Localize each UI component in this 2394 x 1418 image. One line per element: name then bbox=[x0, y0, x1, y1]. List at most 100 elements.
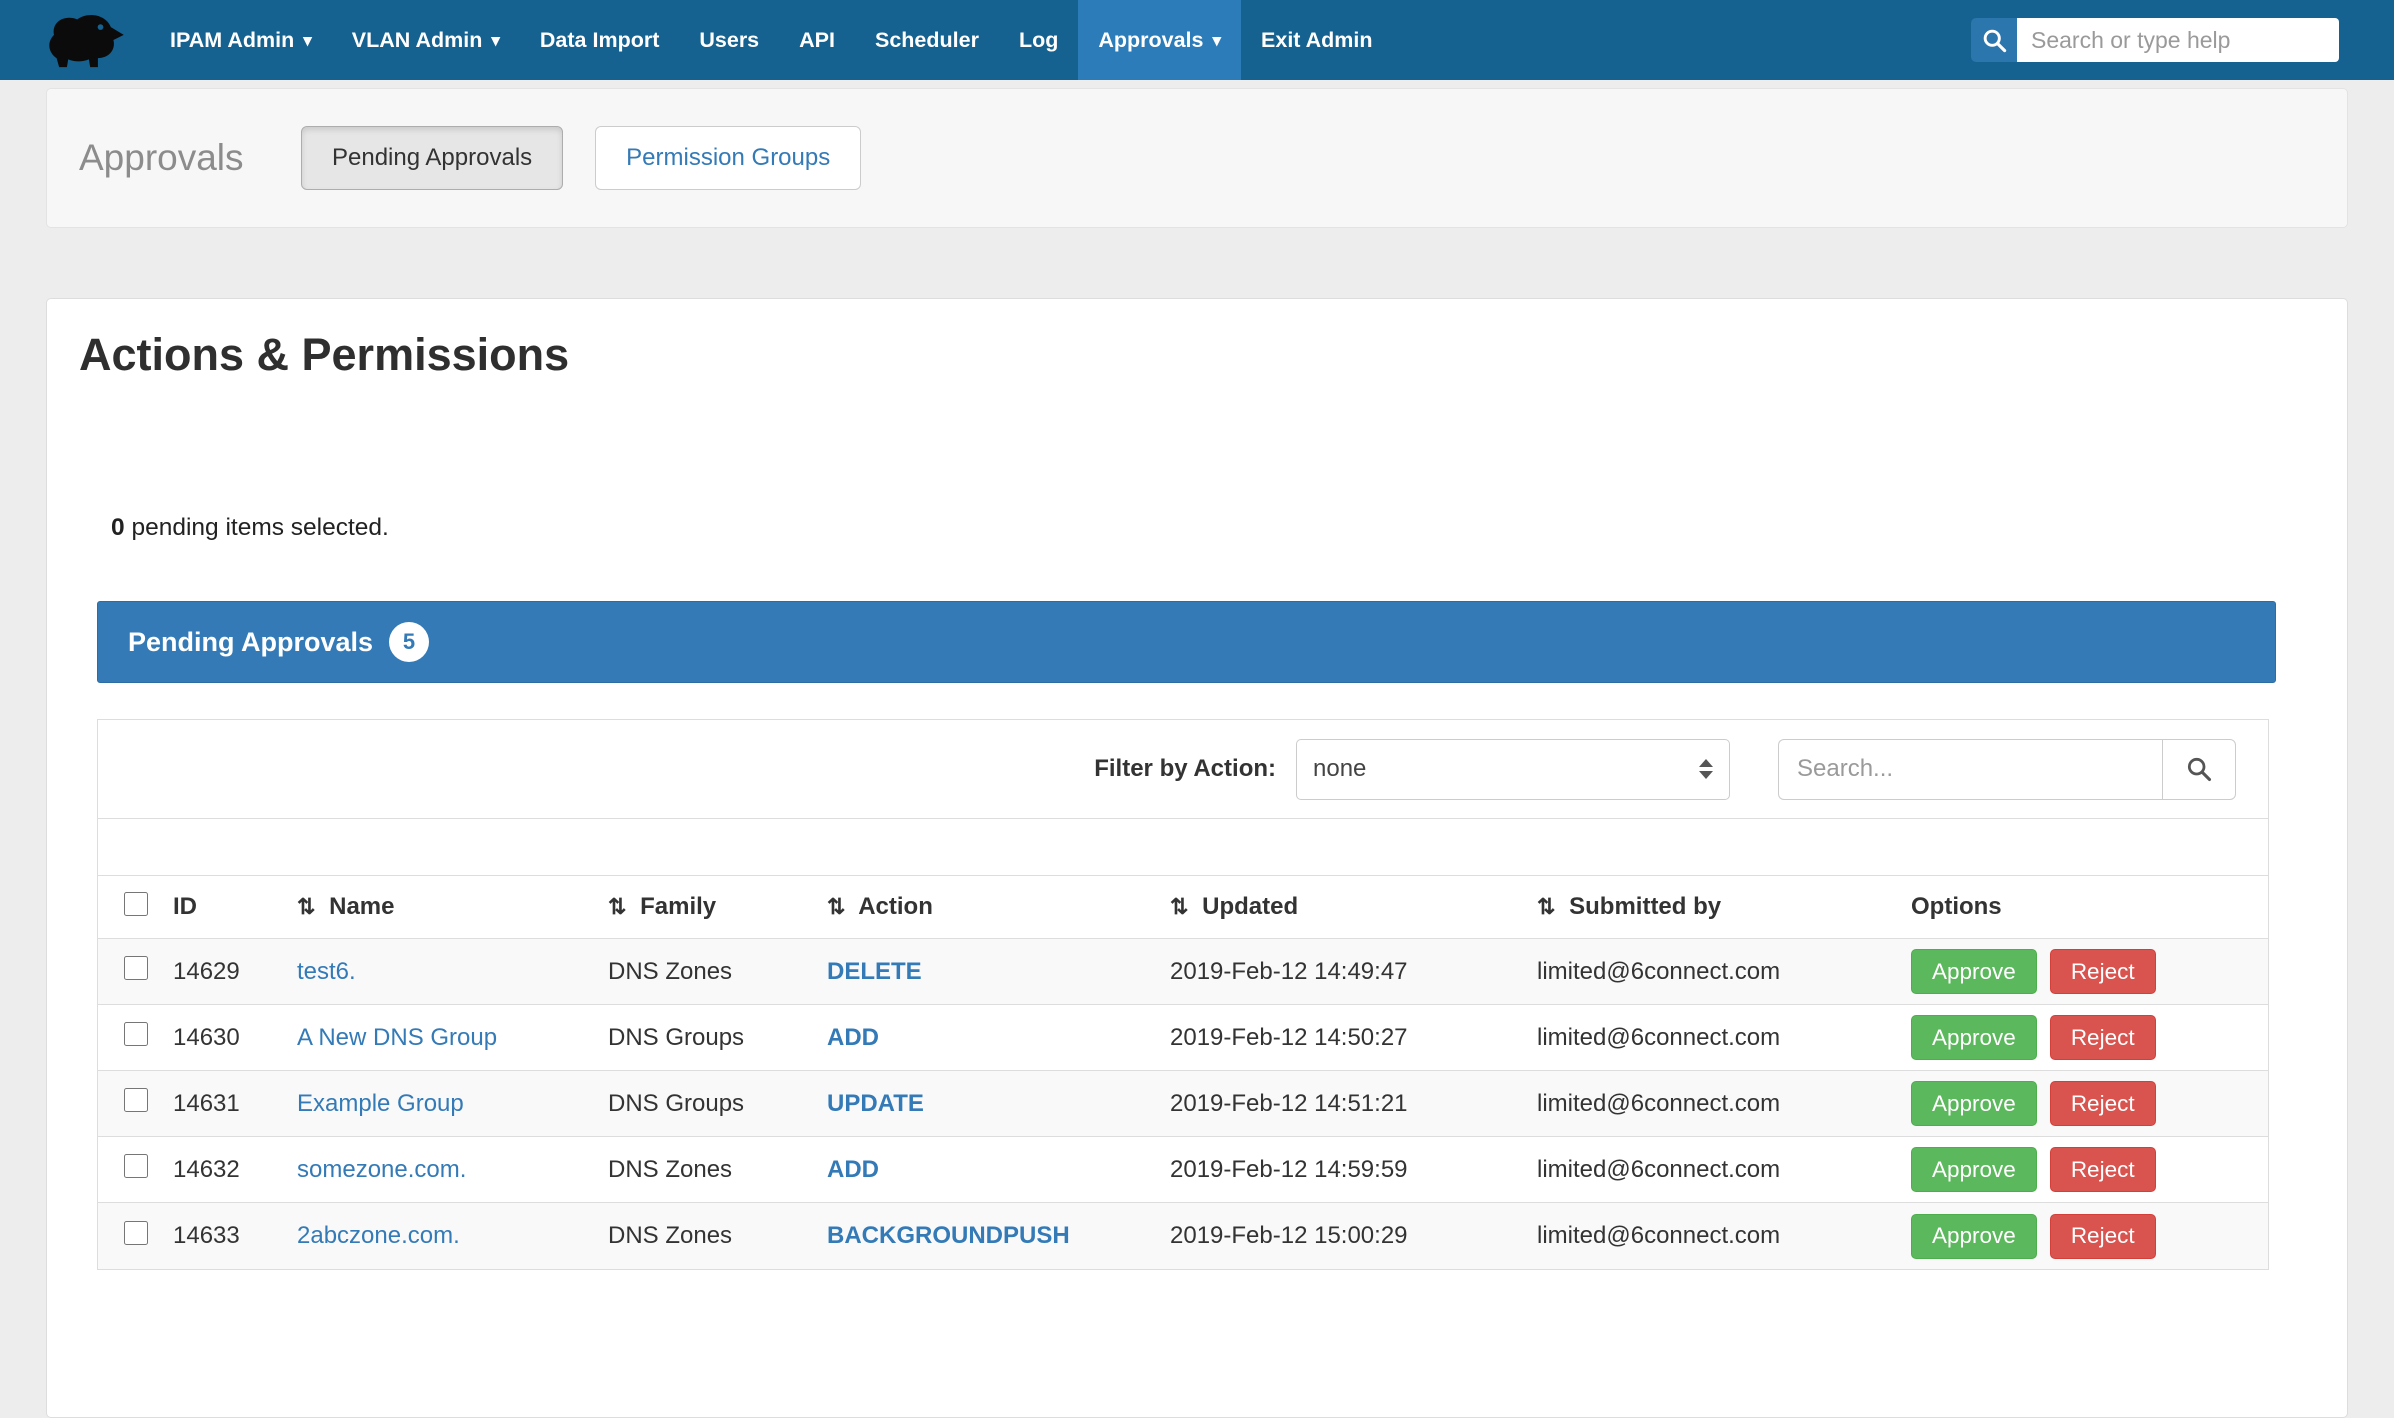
cell-updated: 2019-Feb-12 14:49:47 bbox=[1170, 958, 1537, 986]
col-header-action[interactable]: ⇅ Action bbox=[827, 893, 1170, 921]
cell-updated: 2019-Feb-12 14:59:59 bbox=[1170, 1156, 1537, 1184]
page-title: Actions & Permissions bbox=[79, 329, 569, 381]
selected-text: pending items selected. bbox=[131, 514, 388, 541]
row-checkbox[interactable] bbox=[124, 1221, 148, 1245]
cell-action-link[interactable]: UPDATE bbox=[827, 1090, 924, 1117]
col-header-options: Options bbox=[1911, 893, 2268, 921]
action-filter-select[interactable]: none bbox=[1296, 739, 1730, 800]
table-header-row: ID ⇅ Name ⇅ Family ⇅ Action ⇅ Updated bbox=[98, 875, 2268, 939]
table-row: 14629 test6. DNS Zones DELETE 2019-Feb-1… bbox=[98, 939, 2268, 1005]
cell-action-link[interactable]: ADD bbox=[827, 1024, 879, 1051]
nav-item-users[interactable]: Users bbox=[679, 0, 779, 80]
col-header-family[interactable]: ⇅ Family bbox=[608, 893, 827, 921]
approve-button[interactable]: Approve bbox=[1911, 1147, 2037, 1192]
cell-family: DNS Zones bbox=[608, 1222, 827, 1250]
cell-updated: 2019-Feb-12 14:50:27 bbox=[1170, 1024, 1537, 1052]
select-all-checkbox[interactable] bbox=[124, 892, 148, 916]
cell-submitted-by: limited@6connect.com bbox=[1537, 1090, 1911, 1118]
reject-button[interactable]: Reject bbox=[2050, 1147, 2156, 1192]
row-checkbox[interactable] bbox=[124, 956, 148, 980]
cell-id: 14629 bbox=[173, 958, 297, 986]
table-search-button[interactable] bbox=[2162, 739, 2236, 800]
table-filter-bar: Filter by Action: none bbox=[98, 720, 2268, 819]
nav-item-log[interactable]: Log bbox=[999, 0, 1078, 80]
sort-icon: ⇅ bbox=[827, 894, 845, 919]
cell-name-link[interactable]: somezone.com. bbox=[297, 1156, 466, 1183]
nav-label: Scheduler bbox=[875, 28, 979, 53]
nav-menu: IPAM Admin ▾ VLAN Admin ▾ Data Import Us… bbox=[150, 0, 1393, 80]
search-button[interactable] bbox=[1971, 18, 2017, 62]
table-row: 14632 somezone.com. DNS Zones ADD 2019-F… bbox=[98, 1137, 2268, 1203]
cell-id: 14631 bbox=[173, 1090, 297, 1118]
cell-name-link[interactable]: Example Group bbox=[297, 1090, 464, 1117]
table-search-input[interactable] bbox=[1778, 739, 2162, 800]
cell-name-link[interactable]: A New DNS Group bbox=[297, 1024, 497, 1051]
search-icon bbox=[1981, 27, 2008, 54]
cell-name-link[interactable]: 2abczone.com. bbox=[297, 1222, 460, 1249]
cell-id: 14632 bbox=[173, 1156, 297, 1184]
cell-action-link[interactable]: ADD bbox=[827, 1156, 879, 1183]
col-header-updated[interactable]: ⇅ Updated bbox=[1170, 893, 1537, 921]
action-filter-value: none bbox=[1313, 755, 1366, 783]
cell-id: 14633 bbox=[173, 1222, 297, 1250]
pending-approvals-header: Pending Approvals 5 bbox=[97, 601, 2276, 683]
approvals-table: ID ⇅ Name ⇅ Family ⇅ Action ⇅ Updated bbox=[98, 875, 2268, 1269]
cell-updated: 2019-Feb-12 14:51:21 bbox=[1170, 1090, 1537, 1118]
sort-icon: ⇅ bbox=[608, 894, 626, 919]
nav-label: API bbox=[799, 28, 835, 53]
sort-icon: ⇅ bbox=[297, 894, 315, 919]
rhino-logo-icon[interactable] bbox=[42, 9, 128, 71]
cell-name-link[interactable]: test6. bbox=[297, 958, 356, 985]
table-row: 14631 Example Group DNS Groups UPDATE 20… bbox=[98, 1071, 2268, 1137]
nav-label: VLAN Admin bbox=[352, 28, 483, 53]
nav-item-scheduler[interactable]: Scheduler bbox=[855, 0, 999, 80]
nav-item-approvals[interactable]: Approvals ▾ bbox=[1078, 0, 1241, 80]
reject-button[interactable]: Reject bbox=[2050, 949, 2156, 994]
nav-item-vlan-admin[interactable]: VLAN Admin ▾ bbox=[332, 0, 520, 80]
col-header-submitted-by[interactable]: ⇅ Submitted by bbox=[1537, 893, 1911, 921]
approve-button[interactable]: Approve bbox=[1911, 1081, 2037, 1126]
select-updown-icon bbox=[1699, 759, 1713, 779]
cell-submitted-by: limited@6connect.com bbox=[1537, 1222, 1911, 1250]
top-navbar: IPAM Admin ▾ VLAN Admin ▾ Data Import Us… bbox=[0, 0, 2394, 80]
chevron-down-icon: ▾ bbox=[491, 32, 500, 49]
reject-button[interactable]: Reject bbox=[2050, 1015, 2156, 1060]
reject-button[interactable]: Reject bbox=[2050, 1214, 2156, 1259]
nav-item-api[interactable]: API bbox=[779, 0, 855, 80]
row-checkbox[interactable] bbox=[124, 1022, 148, 1046]
nav-item-data-import[interactable]: Data Import bbox=[520, 0, 679, 80]
cell-action-link[interactable]: BACKGROUNDPUSH bbox=[827, 1222, 1070, 1249]
selected-count: 0 bbox=[111, 514, 125, 541]
cell-action-link[interactable]: DELETE bbox=[827, 958, 922, 985]
tab-permission-groups[interactable]: Permission Groups bbox=[595, 126, 861, 190]
cell-family: DNS Zones bbox=[608, 958, 827, 986]
panel-header-title: Pending Approvals bbox=[128, 627, 373, 658]
reject-button[interactable]: Reject bbox=[2050, 1081, 2156, 1126]
row-checkbox[interactable] bbox=[124, 1088, 148, 1112]
cell-updated: 2019-Feb-12 15:00:29 bbox=[1170, 1222, 1537, 1250]
cell-submitted-by: limited@6connect.com bbox=[1537, 1156, 1911, 1184]
nav-item-ipam-admin[interactable]: IPAM Admin ▾ bbox=[150, 0, 332, 80]
cell-family: DNS Zones bbox=[608, 1156, 827, 1184]
row-checkbox[interactable] bbox=[124, 1154, 148, 1178]
approve-button[interactable]: Approve bbox=[1911, 1015, 2037, 1060]
count-badge: 5 bbox=[389, 622, 429, 662]
nav-label: Data Import bbox=[540, 28, 659, 53]
global-search-input[interactable] bbox=[2017, 18, 2339, 62]
tab-pending-approvals[interactable]: Pending Approvals bbox=[301, 126, 563, 190]
main-content-panel: Actions & Permissions 0 pending items se… bbox=[46, 298, 2348, 1418]
approve-button[interactable]: Approve bbox=[1911, 1214, 2037, 1259]
col-header-name[interactable]: ⇅ Name bbox=[297, 893, 608, 921]
table-search-group bbox=[1778, 739, 2236, 800]
table-row: 14633 2abczone.com. DNS Zones BACKGROUND… bbox=[98, 1203, 2268, 1269]
approvals-table-panel: Filter by Action: none bbox=[97, 719, 2269, 1270]
cell-submitted-by: limited@6connect.com bbox=[1537, 1024, 1911, 1052]
page-subheader: Approvals Pending Approvals Permission G… bbox=[46, 88, 2348, 228]
nav-label: Log bbox=[1019, 28, 1058, 53]
chevron-down-icon: ▾ bbox=[1212, 32, 1221, 49]
sort-icon: ⇅ bbox=[1170, 894, 1188, 919]
nav-item-exit-admin[interactable]: Exit Admin bbox=[1241, 0, 1393, 80]
approve-button[interactable]: Approve bbox=[1911, 949, 2037, 994]
col-header-id: ID bbox=[173, 893, 297, 921]
nav-label: IPAM Admin bbox=[170, 28, 294, 53]
